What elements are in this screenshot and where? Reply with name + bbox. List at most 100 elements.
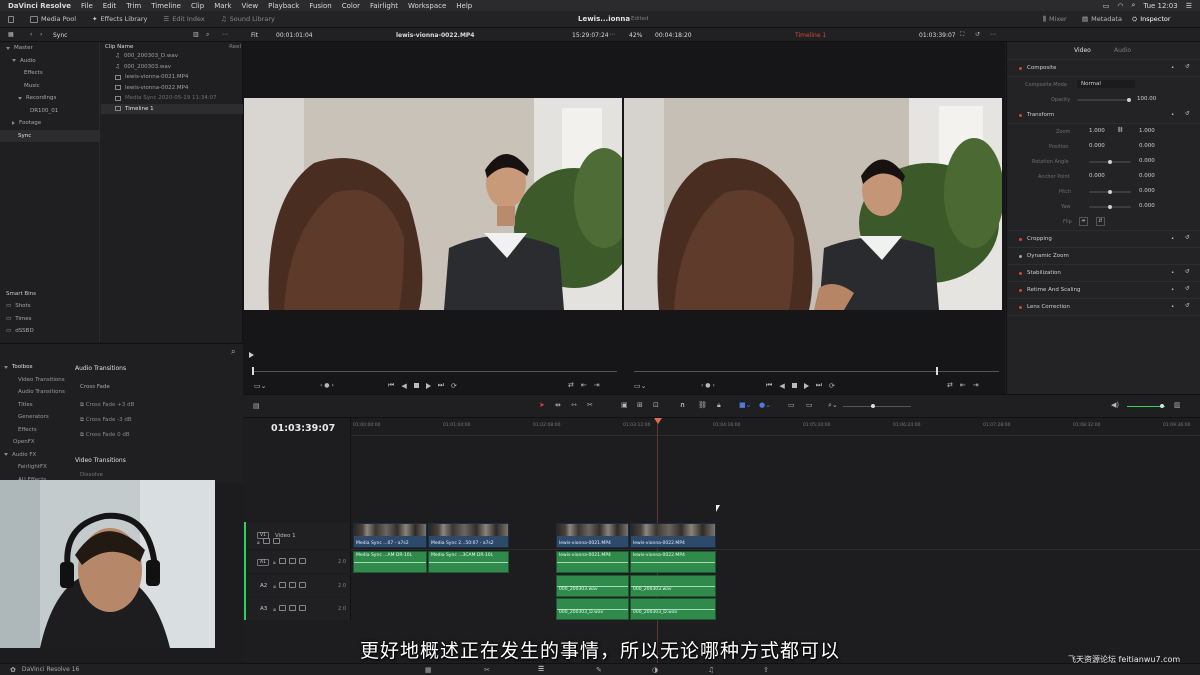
menu-playback[interactable]: Playback [268, 2, 299, 10]
yaw-slider[interactable] [1089, 205, 1131, 209]
effect-cross-fade-0[interactable]: ⧉ Cross Fade 0 dB [72, 427, 240, 442]
expand-icon[interactable] [12, 59, 16, 63]
clip-item[interactable]: ♫ 000_200303.wav [101, 62, 243, 73]
dot-icon[interactable]: • [1171, 270, 1174, 276]
lock-icon[interactable]: 🔒︎ [257, 540, 260, 546]
track-header-v1[interactable]: V1 Video 1 🔒︎ [243, 522, 351, 549]
zoom-y-value[interactable]: 1.000 [1139, 128, 1155, 134]
playhead-marker[interactable] [654, 418, 662, 424]
solo-icon[interactable] [288, 582, 296, 588]
audio-clip[interactable]: lewis-vionna-0022.MP4 [630, 551, 716, 573]
auto-select-icon[interactable] [278, 582, 286, 588]
clock[interactable]: Tue 12:03 [1143, 2, 1177, 10]
app-menu[interactable]: DaVinci Resolve [8, 2, 71, 10]
play-icon[interactable] [803, 382, 809, 389]
slider-knob[interactable] [1108, 160, 1112, 164]
more-icon[interactable]: ⋯ [990, 31, 996, 38]
slider-knob[interactable] [1160, 404, 1164, 408]
mark-out-icon[interactable]: ⇥ [973, 381, 979, 389]
section-lens-correction[interactable]: Lens Correction • ↺ [1007, 299, 1200, 316]
reset-icon[interactable]: ↺ [1185, 64, 1190, 70]
bin-sync[interactable]: Sync [0, 129, 99, 142]
audio-meter-icon[interactable]: ▥ [1174, 401, 1181, 409]
source-fit-dropdown[interactable]: Fit [251, 32, 258, 39]
selection-tool-icon[interactable]: ➤ [539, 401, 545, 409]
search-icon[interactable]: ⌕ [231, 347, 235, 357]
reset-icon[interactable]: ↺ [1185, 269, 1190, 275]
auto-select-icon[interactable] [278, 558, 286, 564]
track-badge[interactable]: A3 [260, 606, 267, 612]
deliver-page-icon[interactable]: ⇪ [763, 666, 769, 674]
anchor-x-value[interactable]: 0.000 [1089, 173, 1105, 179]
audio-clip[interactable]: Media Sync ...AM DR-10L [353, 551, 427, 573]
column-reel[interactable]: Reel [229, 44, 241, 50]
effect-cross-fade-plus3[interactable]: ⧉ Cross Fade +3 dB [72, 397, 240, 412]
options-icon[interactable]: ⋯ [609, 31, 615, 38]
anchor-y-value[interactable]: 0.000 [1139, 173, 1155, 179]
go-to-start-icon[interactable]: ⏮ [766, 381, 772, 390]
track-header-a1[interactable]: A1 🔒︎ 2.0 [243, 551, 351, 573]
smart-bin-times[interactable]: ▭ Times [0, 313, 100, 326]
rotation-value[interactable]: 0.000 [1139, 158, 1155, 164]
marker-icon[interactable]: ●⌄ [759, 401, 771, 409]
tree-video-transitions[interactable]: Video Transitions [0, 374, 70, 387]
panel-toggle-button[interactable] [0, 11, 22, 27]
menu-fusion[interactable]: Fusion [309, 2, 331, 10]
position-x-value[interactable]: 0.000 [1089, 143, 1105, 149]
match-frame-icon[interactable]: ⇄ [568, 381, 574, 389]
slider-knob[interactable] [871, 404, 875, 408]
clip-item[interactable]: Timeline 1 [101, 103, 243, 114]
solo-icon[interactable] [288, 558, 296, 564]
loop-icon[interactable]: ⟳ [829, 382, 835, 390]
position-lock-icon[interactable]: 🔒︎ [717, 401, 721, 410]
opacity-slider[interactable] [1077, 98, 1131, 102]
color-page-icon[interactable]: ◑ [652, 666, 658, 674]
yaw-value[interactable]: 0.000 [1139, 203, 1155, 209]
program-view-options-icon[interactable]: ▭⌄ [634, 382, 646, 390]
dynamic-trim-icon[interactable]: ⇿ [571, 401, 577, 409]
slider-knob[interactable] [1108, 190, 1112, 194]
smart-bin-shots[interactable]: ▭ Shots [0, 300, 100, 313]
enable-dot[interactable] [1019, 305, 1022, 309]
stop-icon[interactable] [413, 383, 419, 388]
link-icon[interactable]: ⛓ [698, 401, 707, 409]
tree-audio-fx[interactable]: Audio FX [0, 449, 70, 462]
media-page-icon[interactable]: ▦ [425, 666, 432, 674]
bin-master[interactable]: Master [0, 42, 99, 55]
battery-icon[interactable]: ▭ [1103, 2, 1110, 10]
metadata-button[interactable]: ▤ Metadata [1074, 11, 1130, 27]
lock-icon[interactable]: 🔒︎ [273, 560, 276, 566]
pitch-value[interactable]: 0.000 [1139, 188, 1155, 194]
effect-dissolve[interactable]: Dissolve [72, 466, 240, 478]
zoom-full-icon[interactable]: ▭ [788, 401, 795, 409]
section-cropping[interactable]: Cropping • ↺ [1007, 231, 1200, 248]
section-retime-scaling[interactable]: Retime And Scaling • ↺ [1007, 282, 1200, 299]
audio-clip[interactable]: lewis-vionna-0021.MP4 [556, 551, 629, 573]
section-composite[interactable]: Composite • ↺ [1007, 60, 1200, 77]
track-header-a3[interactable]: A3 🔒︎ 2.0 [243, 598, 351, 620]
timeline-name[interactable]: Timeline 1 [795, 32, 826, 39]
bin-footage[interactable]: Footage [0, 117, 99, 130]
slider-knob[interactable] [1127, 98, 1131, 102]
lock-icon[interactable]: 🔒︎ [273, 607, 276, 613]
cut-page-icon[interactable]: ✂ [484, 666, 490, 674]
go-to-start-icon[interactable]: ⏮ [388, 381, 394, 390]
dot-icon[interactable]: • [1171, 304, 1174, 310]
video-clip[interactable]: Media Sync 2...50:07 - a7s2 [428, 523, 509, 548]
opacity-value[interactable]: 100.00 [1137, 96, 1156, 102]
position-y-value[interactable]: 0.000 [1139, 143, 1155, 149]
expand-icon[interactable] [4, 365, 8, 369]
enable-dot[interactable] [1019, 237, 1022, 241]
fullscreen-icon[interactable]: ⛶ [960, 31, 964, 39]
dot-icon[interactable]: • [1171, 236, 1174, 242]
timeline-ruler[interactable]: 01:00:00:00 01:01:04:00 01:02:08:00 01:0… [351, 418, 1200, 436]
grid-view-icon[interactable]: ▥ [193, 31, 199, 38]
zoom-detail-icon[interactable]: ▭ [806, 401, 813, 409]
lock-icon[interactable]: 🔒︎ [273, 584, 276, 590]
mixer-button[interactable]: ⫼ Mixer [1035, 11, 1075, 27]
dot-icon[interactable]: • [1171, 287, 1174, 293]
list-view-icon[interactable]: ▦ [8, 31, 14, 38]
tree-fairlight-fx[interactable]: FairlightFX [0, 461, 70, 474]
bin-audio[interactable]: Audio [0, 55, 99, 68]
reset-icon[interactable]: ↺ [1185, 111, 1190, 117]
